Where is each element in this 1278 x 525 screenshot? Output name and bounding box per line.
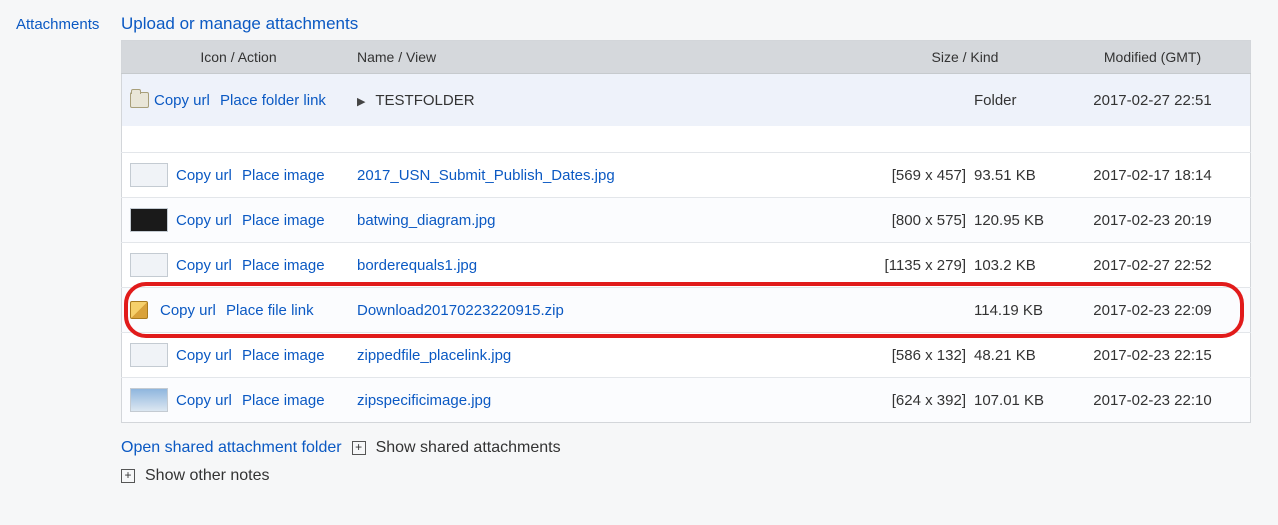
folder-name: TESTFOLDER bbox=[375, 92, 474, 109]
file-size: 114.19 KB bbox=[974, 302, 1054, 319]
file-size: 120.95 KB bbox=[974, 212, 1054, 229]
file-size: 107.01 KB bbox=[974, 392, 1054, 409]
copy-url-link[interactable]: Copy url bbox=[154, 92, 210, 109]
file-modified: 2017-02-23 22:10 bbox=[1055, 392, 1250, 409]
place-link[interactable]: Place image bbox=[242, 257, 325, 274]
thumbnail-icon bbox=[130, 208, 168, 232]
thumbnail-icon bbox=[130, 253, 168, 277]
col-header-icon: Icon / Action bbox=[122, 41, 355, 73]
expand-icon[interactable]: + bbox=[121, 469, 135, 483]
file-dimensions: [624 x 392] bbox=[876, 392, 966, 409]
table-row: Copy url Place image zippedfile_placelink… bbox=[122, 333, 1251, 378]
expand-triangle-icon[interactable]: ▶ bbox=[357, 96, 365, 108]
copy-url-link[interactable]: Copy url bbox=[160, 302, 216, 319]
folder-kind: Folder bbox=[974, 92, 1054, 109]
file-modified: 2017-02-17 18:14 bbox=[1055, 167, 1250, 184]
show-other-notes[interactable]: Show other notes bbox=[145, 467, 270, 485]
place-link[interactable]: Place image bbox=[242, 212, 325, 229]
copy-url-link[interactable]: Copy url bbox=[176, 212, 232, 229]
copy-url-link[interactable]: Copy url bbox=[176, 167, 232, 184]
thumbnail-icon bbox=[130, 343, 168, 367]
file-dimensions: [569 x 457] bbox=[876, 167, 966, 184]
table-row: Copy url Place image 2017_USN_Submit_Publ… bbox=[122, 153, 1251, 198]
upload-manage-link[interactable]: Upload or manage attachments bbox=[121, 14, 358, 34]
file-modified: 2017-02-23 20:19 bbox=[1055, 212, 1250, 229]
file-size: 103.2 KB bbox=[974, 257, 1054, 274]
folder-modified: 2017-02-27 22:51 bbox=[1055, 92, 1250, 109]
table-row: Copy url Place folder link ▶ TESTFOLDER bbox=[122, 74, 1251, 127]
file-dimensions: [1135 x 279] bbox=[876, 257, 966, 274]
file-dimensions bbox=[876, 302, 966, 319]
file-dimensions: [586 x 132] bbox=[876, 347, 966, 364]
file-size: 93.51 KB bbox=[974, 167, 1054, 184]
col-header-modified: Modified (GMT) bbox=[1055, 41, 1250, 73]
attachments-label[interactable]: Attachments bbox=[16, 14, 121, 33]
copy-url-link[interactable]: Copy url bbox=[176, 347, 232, 364]
file-size: 48.21 KB bbox=[974, 347, 1054, 364]
thumbnail-icon bbox=[130, 163, 168, 187]
file-name-link[interactable]: Download20170223220915.zip bbox=[357, 302, 564, 319]
file-name-link[interactable]: zipspecificimage.jpg bbox=[357, 392, 491, 409]
file-name-link[interactable]: borderequals1.jpg bbox=[357, 257, 477, 274]
place-link[interactable]: Place image bbox=[242, 167, 325, 184]
table-row: Copy url Place image zipspecificimage.jpg… bbox=[122, 378, 1251, 423]
file-dimensions: [800 x 575] bbox=[876, 212, 966, 229]
file-name-link[interactable]: zippedfile_placelink.jpg bbox=[357, 347, 511, 364]
file-modified: 2017-02-27 22:52 bbox=[1055, 257, 1250, 274]
open-shared-folder-link[interactable]: Open shared attachment folder bbox=[121, 439, 342, 457]
copy-url-link[interactable]: Copy url bbox=[176, 392, 232, 409]
thumbnail-icon bbox=[130, 388, 168, 412]
folder-icon bbox=[130, 92, 149, 108]
show-shared-attachments[interactable]: Show shared attachments bbox=[376, 439, 561, 457]
file-name-link[interactable]: 2017_USN_Submit_Publish_Dates.jpg bbox=[357, 167, 615, 184]
place-link[interactable]: Place image bbox=[242, 347, 325, 364]
col-header-name: Name / View bbox=[355, 41, 875, 73]
attachments-table: Icon / Action Name / View Size / Kind Mo… bbox=[121, 40, 1251, 423]
zip-icon bbox=[130, 301, 148, 319]
expand-icon[interactable]: + bbox=[352, 441, 366, 455]
file-modified: 2017-02-23 22:09 bbox=[1055, 302, 1250, 319]
table-row: Copy url Place image borderequals1.jpg [11… bbox=[122, 243, 1251, 288]
file-modified: 2017-02-23 22:15 bbox=[1055, 347, 1250, 364]
table-row: Copy url Place image batwing_diagram.jpg [… bbox=[122, 198, 1251, 243]
table-row: Copy url Place file link Download20170223… bbox=[122, 288, 1251, 333]
file-name-link[interactable]: batwing_diagram.jpg bbox=[357, 212, 495, 229]
place-folder-link[interactable]: Place folder link bbox=[220, 92, 326, 109]
place-link[interactable]: Place image bbox=[242, 392, 325, 409]
col-header-size: Size / Kind bbox=[875, 41, 1055, 73]
copy-url-link[interactable]: Copy url bbox=[176, 257, 232, 274]
place-link[interactable]: Place file link bbox=[226, 302, 314, 319]
